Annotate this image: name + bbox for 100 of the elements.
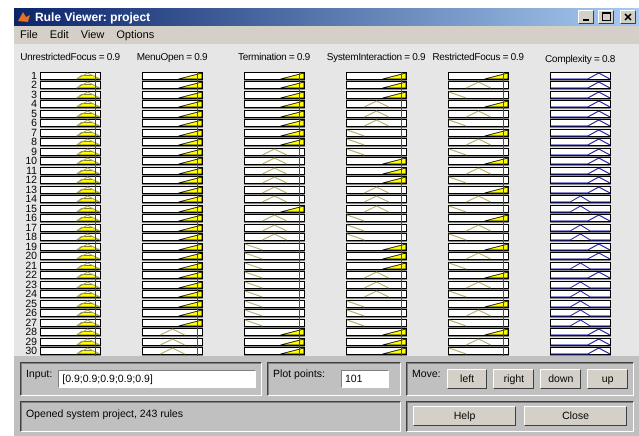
membership-plot[interactable] [244, 214, 305, 222]
membership-plot[interactable] [244, 280, 305, 289]
membership-plot[interactable] [346, 242, 407, 251]
membership-plot[interactable] [142, 290, 203, 298]
dialog-button[interactable]: Close [524, 406, 627, 426]
membership-plot[interactable] [346, 128, 407, 137]
membership-plot[interactable] [40, 271, 101, 280]
membership-plot[interactable] [346, 318, 407, 327]
membership-plot[interactable] [244, 290, 305, 298]
membership-plot[interactable] [550, 271, 611, 280]
membership-plot[interactable] [142, 242, 203, 251]
membership-plot[interactable] [346, 72, 407, 80]
membership-plot[interactable] [142, 300, 203, 308]
membership-plot[interactable] [550, 309, 611, 318]
move-button[interactable]: down [540, 368, 582, 389]
membership-plot[interactable] [142, 224, 203, 232]
membership-plot[interactable] [448, 347, 509, 356]
dialog-button[interactable]: Help [413, 406, 516, 426]
membership-plot[interactable] [244, 186, 305, 194]
membership-plot[interactable] [142, 186, 203, 194]
membership-plot[interactable] [448, 100, 509, 108]
membership-plot[interactable] [550, 119, 611, 128]
membership-plot[interactable] [346, 290, 407, 298]
membership-plot[interactable] [550, 90, 611, 99]
membership-plot[interactable] [142, 195, 203, 204]
membership-plot[interactable] [142, 72, 203, 80]
membership-plot[interactable] [40, 300, 101, 308]
membership-plot[interactable] [550, 157, 611, 166]
membership-plot[interactable] [244, 224, 305, 232]
membership-plot[interactable] [550, 300, 611, 308]
membership-plot[interactable] [244, 318, 305, 327]
membership-plot[interactable] [142, 204, 203, 213]
membership-plot[interactable] [550, 81, 611, 90]
membership-plot[interactable] [448, 110, 509, 118]
membership-plot[interactable] [142, 166, 203, 175]
membership-plot[interactable] [40, 186, 101, 194]
membership-plot[interactable] [448, 290, 509, 298]
membership-plot[interactable] [142, 128, 203, 137]
membership-plot[interactable] [448, 81, 509, 90]
membership-plot[interactable] [448, 128, 509, 137]
menu-item[interactable]: View [80, 28, 104, 41]
membership-plot[interactable] [142, 100, 203, 108]
membership-plot[interactable] [142, 110, 203, 118]
membership-plot[interactable] [550, 72, 611, 80]
membership-plot[interactable] [40, 280, 101, 289]
membership-plot[interactable] [550, 110, 611, 118]
membership-plot[interactable] [346, 347, 407, 356]
membership-plot[interactable] [448, 280, 509, 289]
menu-item[interactable]: Options [116, 28, 154, 41]
membership-plot[interactable] [550, 214, 611, 222]
membership-plot[interactable] [244, 90, 305, 99]
membership-plot[interactable] [244, 100, 305, 108]
membership-plot[interactable] [448, 328, 509, 336]
membership-plot[interactable] [40, 90, 101, 99]
membership-plot[interactable] [448, 309, 509, 318]
membership-plot[interactable] [448, 262, 509, 270]
membership-plot[interactable] [550, 233, 611, 242]
membership-plot[interactable] [550, 138, 611, 146]
maximize-button[interactable] [598, 10, 614, 24]
membership-plot[interactable] [346, 328, 407, 336]
membership-plot[interactable] [550, 128, 611, 137]
membership-plot[interactable] [40, 242, 101, 251]
membership-plot[interactable] [550, 148, 611, 156]
membership-plot[interactable] [448, 204, 509, 213]
membership-plot[interactable] [244, 72, 305, 80]
membership-plot[interactable] [142, 271, 203, 280]
membership-plot[interactable] [550, 195, 611, 204]
membership-plot[interactable] [448, 252, 509, 260]
membership-plot[interactable] [40, 157, 101, 166]
membership-plot[interactable] [346, 252, 407, 260]
membership-plot[interactable] [550, 204, 611, 213]
membership-plot[interactable] [142, 81, 203, 90]
membership-plot[interactable] [448, 195, 509, 204]
membership-plot[interactable] [346, 300, 407, 308]
membership-plot[interactable] [40, 318, 101, 327]
membership-plot[interactable] [448, 233, 509, 242]
membership-plot[interactable] [346, 204, 407, 213]
membership-plot[interactable] [244, 128, 305, 137]
membership-plot[interactable] [244, 166, 305, 175]
membership-plot[interactable] [448, 186, 509, 194]
membership-plot[interactable] [142, 252, 203, 260]
membership-plot[interactable] [550, 100, 611, 108]
input-field[interactable]: [0.9;0.9;0.9;0.9;0.9] [58, 370, 256, 388]
input-marker-line[interactable] [502, 72, 504, 356]
membership-plot[interactable] [40, 100, 101, 108]
membership-plot[interactable] [40, 128, 101, 137]
membership-plot[interactable] [550, 347, 611, 356]
membership-plot[interactable] [346, 224, 407, 232]
membership-plot[interactable] [550, 224, 611, 232]
membership-plot[interactable] [142, 90, 203, 99]
membership-plot[interactable] [244, 271, 305, 280]
input-marker-line[interactable] [298, 72, 300, 356]
membership-plot[interactable] [346, 233, 407, 242]
membership-plot[interactable] [40, 224, 101, 232]
membership-plot[interactable] [346, 262, 407, 270]
membership-plot[interactable] [346, 186, 407, 194]
membership-plot[interactable] [40, 214, 101, 222]
membership-plot[interactable] [448, 72, 509, 80]
membership-plot[interactable] [40, 252, 101, 260]
membership-plot[interactable] [40, 176, 101, 184]
